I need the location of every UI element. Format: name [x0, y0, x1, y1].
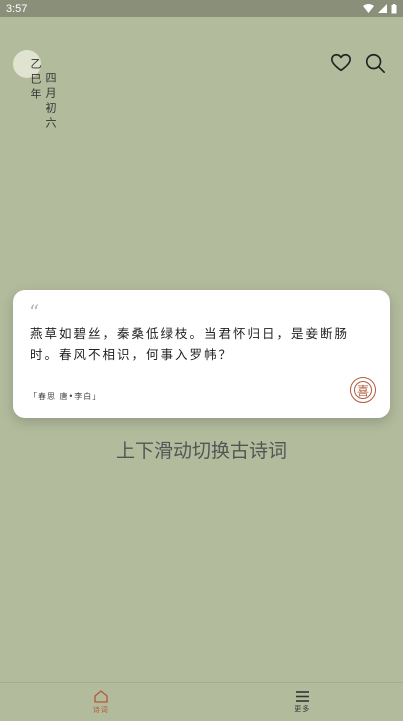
battery-icon: [391, 4, 397, 14]
signal-icon: [378, 4, 387, 13]
poem-text: 燕草如碧丝，秦桑低绿枝。当君怀归日，是妾断肠时。春风不相识，何事入罗帏？: [30, 323, 376, 365]
home-icon: [94, 690, 108, 703]
heart-icon[interactable]: [330, 52, 352, 74]
menu-icon: [296, 691, 309, 702]
quote-mark: “: [29, 300, 39, 324]
nav-tab-poems[interactable]: 诗词: [0, 683, 202, 721]
wifi-icon: [363, 4, 374, 13]
nav-tab-more[interactable]: 更多: [202, 683, 403, 721]
swipe-hint: 上下滑动切换古诗词: [0, 436, 403, 463]
search-icon[interactable]: [364, 52, 386, 74]
poem-source: 「春思 唐•李白」: [29, 391, 101, 402]
like-stamp-button[interactable]: 喜: [350, 377, 376, 403]
lunar-year: 乙巳年: [27, 58, 43, 103]
status-time: 3:57: [6, 3, 27, 15]
nav-label-more: 更多: [294, 704, 310, 714]
nav-label-poems: 诗词: [93, 705, 109, 715]
bottom-nav: 诗词 更多: [0, 682, 403, 721]
status-bar: 3:57: [0, 0, 403, 17]
poem-card[interactable]: “ 燕草如碧丝，秦桑低绿枝。当君怀归日，是妾断肠时。春风不相识，何事入罗帏？ 「…: [13, 290, 390, 418]
lunar-day: 四月初六: [42, 72, 58, 132]
lunar-date: 乙巳年 四月初六: [13, 50, 57, 140]
